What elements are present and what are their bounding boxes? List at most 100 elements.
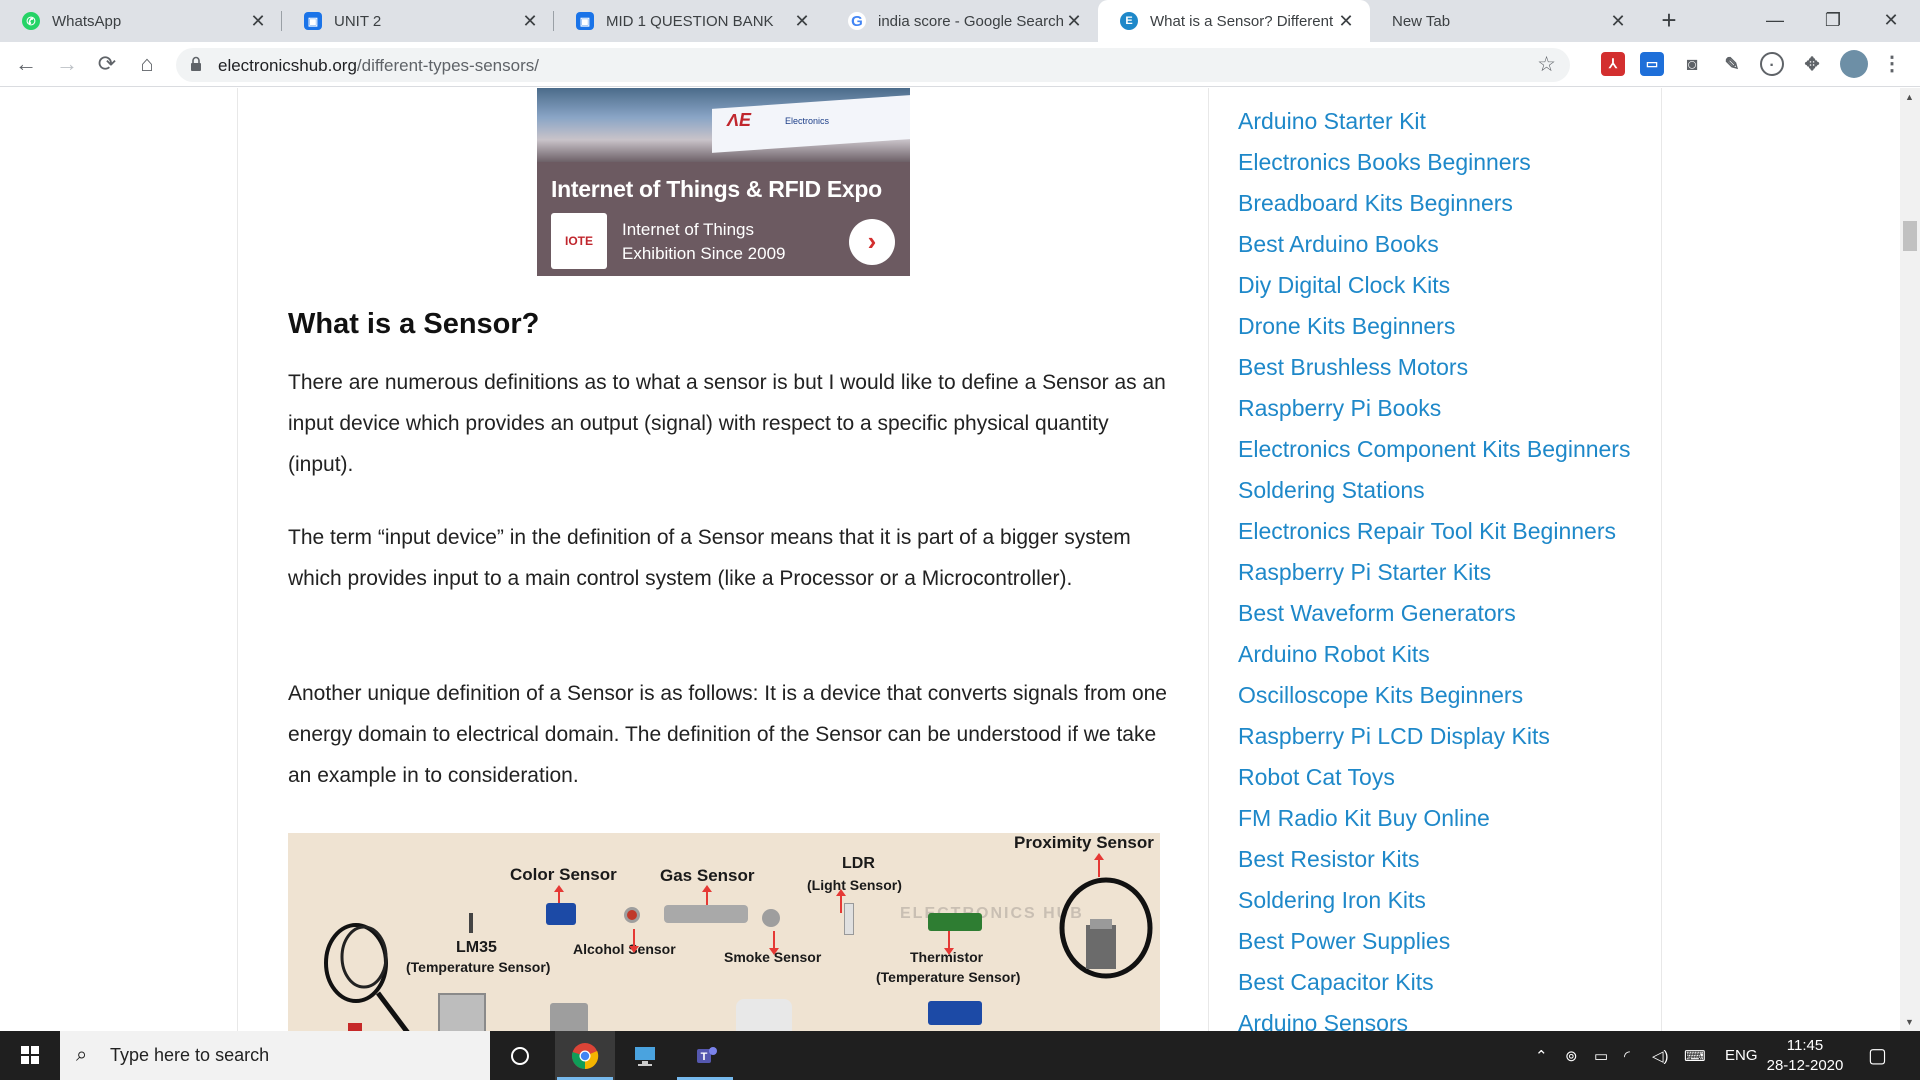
search-icon: ⌕ xyxy=(76,1044,88,1066)
sidebar-link[interactable]: Best Brushless Motors xyxy=(1238,354,1468,381)
sidebar-link[interactable]: Oscilloscope Kits Beginners xyxy=(1238,682,1523,709)
sidebar-link[interactable]: FM Radio Kit Buy Online xyxy=(1238,805,1490,832)
lock-icon[interactable] xyxy=(190,56,202,72)
paragraph-1: There are numerous definitions as to wha… xyxy=(288,371,1166,476)
close-window-button[interactable]: ✕ xyxy=(1862,0,1920,42)
sidebar-link[interactable]: Soldering Iron Kits xyxy=(1238,887,1426,914)
tab-unit-2[interactable]: ▣ UNIT 2 ✕ xyxy=(282,0,554,42)
sidebar-link[interactable]: Best Power Supplies xyxy=(1238,928,1450,955)
show-hidden-icons-button[interactable]: ⌃ xyxy=(1535,1031,1548,1080)
screen-share-extension-icon[interactable]: ▭ xyxy=(1640,52,1664,76)
language-indicator[interactable]: ENG xyxy=(1725,1031,1758,1080)
forward-button[interactable]: → xyxy=(51,49,83,81)
gas-sensor-image xyxy=(664,905,748,923)
task-view-icon xyxy=(511,1046,529,1065)
tab-google-search[interactable]: G india score - Google Search ✕ xyxy=(826,0,1098,42)
sidebar-link[interactable]: Robot Cat Toys xyxy=(1238,764,1395,791)
chevron-right-icon[interactable]: › xyxy=(849,219,895,265)
camera-extension-icon[interactable]: ◙ xyxy=(1680,52,1704,76)
page-scrollbar[interactable]: ▲ ▼ xyxy=(1900,88,1920,1031)
profile-avatar[interactable] xyxy=(1840,50,1868,78)
extensions-puzzle-icon[interactable]: ✥ xyxy=(1800,52,1824,76)
tab-new-tab[interactable]: New Tab ✕ xyxy=(1370,0,1642,42)
article-heading: What is a Sensor? xyxy=(288,308,540,340)
sidebar-link[interactable]: Diy Digital Clock Kits xyxy=(1238,272,1450,299)
close-icon[interactable]: ✕ xyxy=(1336,11,1356,32)
arrow-icon xyxy=(773,931,775,949)
tab-title: UNIT 2 xyxy=(334,12,382,30)
tab-strip: ✆ WhatsApp ✕ ▣ UNIT 2 ✕ ▣ MID 1 QUESTION… xyxy=(0,0,1920,42)
menu-kebab-icon[interactable]: ⋮ xyxy=(1880,52,1904,76)
file-manager-taskbar-button[interactable] xyxy=(615,1031,675,1080)
chrome-taskbar-button[interactable] xyxy=(555,1031,615,1080)
flow-sensor-image xyxy=(736,999,792,1031)
pdf-extension-icon[interactable]: ⅄ xyxy=(1601,52,1625,76)
taskbar-search[interactable]: ⌕ Type here to search xyxy=(60,1031,490,1080)
scrollbar-thumb[interactable] xyxy=(1903,221,1917,251)
close-icon[interactable]: ✕ xyxy=(520,11,540,32)
sidebar-link[interactable]: Raspberry Pi Books xyxy=(1238,395,1441,422)
restore-button[interactable]: ❐ xyxy=(1804,0,1862,42)
sidebar-link[interactable]: Raspberry Pi Starter Kits xyxy=(1238,559,1491,586)
close-icon[interactable]: ✕ xyxy=(792,11,812,32)
scroll-down-icon[interactable]: ▼ xyxy=(1905,1017,1914,1027)
label-gas-sensor: Gas Sensor xyxy=(660,866,755,885)
web-page: ΛE Electronics Internet of Things & RFID… xyxy=(0,88,1900,1031)
sidebar-link[interactable]: Electronics Component Kits Beginners xyxy=(1238,436,1630,463)
new-tab-button[interactable]: + xyxy=(1654,6,1684,36)
close-icon[interactable]: ✕ xyxy=(1608,11,1628,32)
extension-circle-icon[interactable]: · xyxy=(1760,52,1784,76)
ad-banner[interactable]: ΛE Electronics Internet of Things & RFID… xyxy=(537,88,910,276)
bookmark-star-icon[interactable]: ☆ xyxy=(1537,52,1556,77)
ad-description: Internet of Things Exhibition Since 2009 xyxy=(622,218,786,266)
wifi-icon[interactable]: ◜ xyxy=(1624,1031,1630,1080)
sidebar-link[interactable]: Breadboard Kits Beginners xyxy=(1238,190,1513,217)
volume-icon[interactable]: ◁) xyxy=(1652,1031,1669,1080)
notification-icon[interactable]: ▢ xyxy=(1868,1031,1887,1080)
sidebar-link[interactable]: Arduino Sensors xyxy=(1238,1010,1408,1031)
google-icon: G xyxy=(848,12,866,30)
back-button[interactable]: ← xyxy=(10,49,42,81)
sidebar-link[interactable]: Best Capacitor Kits xyxy=(1238,969,1434,996)
cable-sensor-image xyxy=(324,923,410,1031)
sidebar-link[interactable]: Electronics Repair Tool Kit Beginners xyxy=(1238,518,1616,545)
close-icon[interactable]: ✕ xyxy=(248,11,268,32)
sidebar-link[interactable]: Soldering Stations xyxy=(1238,477,1425,504)
sidebar-link[interactable]: Drone Kits Beginners xyxy=(1238,313,1455,340)
address-bar[interactable]: electronicshub.org/different-types-senso… xyxy=(176,48,1570,82)
sidebar-link[interactable]: Best Arduino Books xyxy=(1238,231,1439,258)
tab-what-is-a-sensor[interactable]: E What is a Sensor? Different T ✕ xyxy=(1098,0,1370,42)
teams-taskbar-button[interactable]: T xyxy=(675,1031,735,1080)
battery-icon[interactable]: ▭ xyxy=(1594,1031,1608,1080)
task-view-button[interactable] xyxy=(490,1031,550,1080)
ad-booth-text: Electronics xyxy=(785,116,830,126)
google-classroom-icon: ▣ xyxy=(304,12,322,30)
taskbar-clock[interactable]: 11:45 28-12-2020 xyxy=(1760,1036,1850,1076)
reload-button[interactable]: ⟳ xyxy=(91,49,123,81)
scroll-up-icon[interactable]: ▲ xyxy=(1905,92,1914,102)
sidebar-link[interactable]: Arduino Robot Kits xyxy=(1238,641,1430,668)
eyedropper-extension-icon[interactable]: ✎ xyxy=(1720,52,1744,76)
tab-title: MID 1 QUESTION BANK xyxy=(606,12,774,30)
clock-time: 11:45 xyxy=(1786,1037,1824,1054)
sidebar-link[interactable]: Electronics Books Beginners xyxy=(1238,149,1531,176)
module-image xyxy=(550,1003,588,1031)
sidebar-link[interactable]: Best Waveform Generators xyxy=(1238,600,1516,627)
moisture-sensor-image xyxy=(438,993,486,1031)
sidebar-link[interactable]: Best Resistor Kits xyxy=(1238,846,1420,873)
sidebar-link[interactable]: Raspberry Pi LCD Display Kits xyxy=(1238,723,1550,750)
sidebar-link[interactable]: Arduino Starter Kit xyxy=(1238,108,1426,135)
chrome-icon xyxy=(571,1042,599,1069)
paragraph-3: Another unique definition of a Sensor is… xyxy=(288,682,1167,787)
keyboard-icon[interactable]: ⌨ xyxy=(1684,1031,1706,1080)
tab-whatsapp[interactable]: ✆ WhatsApp ✕ xyxy=(0,0,282,42)
meet-now-icon[interactable]: ⊚ xyxy=(1565,1031,1578,1080)
url-host: electronicshub.org xyxy=(218,56,357,75)
close-icon[interactable]: ✕ xyxy=(1064,11,1084,32)
start-button[interactable] xyxy=(0,1031,60,1080)
tab-mid-1-question-bank[interactable]: ▣ MID 1 QUESTION BANK ✕ xyxy=(554,0,826,42)
home-button[interactable]: ⌂ xyxy=(131,49,163,81)
thermistor-image xyxy=(928,913,982,931)
url-text[interactable]: electronicshub.org/different-types-senso… xyxy=(218,56,539,76)
minimize-button[interactable]: — xyxy=(1746,0,1804,42)
